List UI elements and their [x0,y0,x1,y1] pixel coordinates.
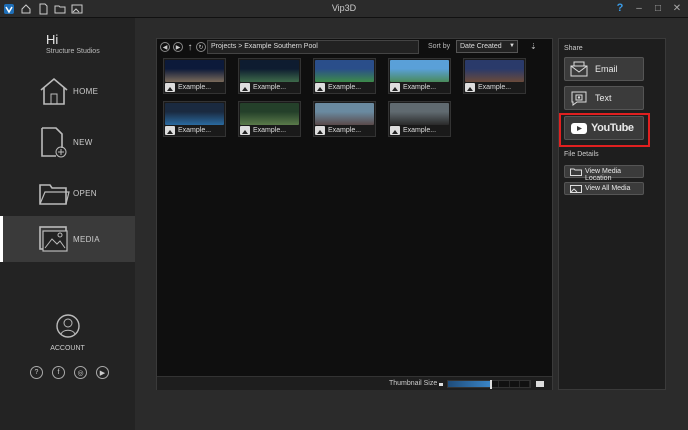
thumbnail-image [165,103,224,125]
image-icon [165,126,175,135]
thumbnail-size-slider[interactable] [447,380,531,389]
sidebar-item-label: OPEN [73,188,97,198]
sidebar-item-label: HOME [73,86,99,96]
sidebar-item-label: MEDIA [73,234,100,244]
thumbnail-label: Example... [178,127,212,134]
help-icon[interactable]: ? [615,2,625,15]
up-arrow-icon[interactable]: ↑ [185,42,195,53]
email-label: Email [595,64,618,74]
image-icon [240,126,250,135]
thumbnail-label: Example... [178,84,212,91]
thumbnail-image [315,103,374,125]
open-folder-icon [39,184,70,205]
help-circle-icon[interactable]: ? [30,366,43,379]
view-media-location-button[interactable]: View Media Location [564,165,644,182]
greeting: Hi [46,32,59,47]
thumbnail-image [315,60,374,82]
media-thumbnail[interactable]: Example... [163,101,226,137]
view-all-media-button[interactable]: View All Media [564,182,644,195]
thumbnail-label: Example... [478,84,512,91]
email-button[interactable]: Email [564,57,644,81]
new-file-icon [41,127,67,158]
home-icon [40,77,68,105]
media-gallery-icon [570,185,582,193]
text-label: Text [595,93,612,103]
slider-fill [448,381,491,387]
youtube-highlight-box [559,113,650,147]
large-thumbnail-icon [536,381,544,387]
image-icon [315,126,325,135]
window-title: Vip3D [331,3,357,13]
media-gallery-icon [39,226,68,252]
facebook-icon[interactable]: f [52,366,65,379]
sidebar-item-media[interactable]: MEDIA [0,216,135,262]
thumbnail-image [240,60,299,82]
sidebar-item-label: NEW [73,137,93,147]
account-icon [55,314,80,338]
email-icon [570,61,588,77]
image-icon [465,83,475,92]
sidebar-item-open[interactable]: OPEN [0,170,135,216]
sort-value: Date Created [460,43,502,50]
status-bar: Thumbnail Size [157,376,552,390]
media-thumbnail[interactable]: Example... [313,58,376,94]
thumbnail-label: Example... [403,84,437,91]
close-icon[interactable]: ✕ [672,2,682,15]
view-all-media-label: View All Media [585,185,631,192]
media-thumbnail[interactable]: Example... [388,58,451,94]
account-button[interactable]: ACCOUNT [0,314,135,352]
image-icon [315,83,325,92]
breadcrumb[interactable]: Projects > Example Southern Pool [207,40,419,54]
thumbnail-label: Example... [328,84,362,91]
sort-label: Sort by [428,43,451,50]
account-label: ACCOUNT [50,345,85,352]
thumbnail-image [390,60,449,82]
media-thumbnail[interactable]: Example... [388,101,451,137]
file-details-heading: File Details [564,151,599,158]
sort-direction-icon[interactable]: ⇣ [530,42,537,51]
text-button[interactable]: Text [564,86,644,110]
thumbnail-image [390,103,449,125]
small-thumbnail-icon [439,383,443,386]
share-heading: Share [564,45,583,52]
thumbnail-label: Example... [328,127,362,134]
media-thumbnail[interactable]: Example... [238,58,301,94]
minimize-icon[interactable]: – [634,2,644,15]
sort-select[interactable]: Date Created ▼ [456,40,518,53]
thumbnail-label: Example... [253,127,287,134]
chevron-down-icon: ▼ [509,43,515,49]
media-thumbnail[interactable]: Example... [313,101,376,137]
media-toolbar: ◀ ▶ ↑ ↻ Projects > Example Southern Pool… [158,40,551,54]
folder-icon [570,168,582,176]
image-icon [240,83,250,92]
thumbnail-label: Example... [253,84,287,91]
refresh-icon[interactable]: ↻ [196,42,206,52]
youtube-icon[interactable]: ▶ [96,366,109,379]
sidebar-item-home[interactable]: HOME [0,68,135,114]
maximize-icon[interactable]: □ [653,2,663,15]
thumbnail-image [240,103,299,125]
back-icon[interactable]: ◀ [160,42,170,52]
image-icon [390,126,400,135]
company-name: Structure Studios [46,48,100,55]
instagram-icon[interactable]: ◎ [74,366,87,379]
slider-handle[interactable] [489,380,492,389]
view-media-location-label: View Media Location [585,168,622,182]
sidebar: Hi Structure Studios HOME NEW OPEN MEDIA… [0,18,135,430]
text-message-icon [571,91,587,106]
forward-icon[interactable]: ▶ [173,42,183,52]
thumbnail-size-label: Thumbnail Size [389,380,438,387]
media-thumbnail[interactable]: Example... [238,101,301,137]
media-thumbnail[interactable]: Example... [163,58,226,94]
thumbnail-image [165,60,224,82]
image-icon [390,83,400,92]
sidebar-item-new[interactable]: NEW [0,119,135,165]
title-bar: Vip3D ? – □ ✕ [0,0,688,18]
thumbnail-label: Example... [403,127,437,134]
thumbnail-image [465,60,524,82]
media-thumbnail[interactable]: Example... [463,58,526,94]
image-icon [165,83,175,92]
